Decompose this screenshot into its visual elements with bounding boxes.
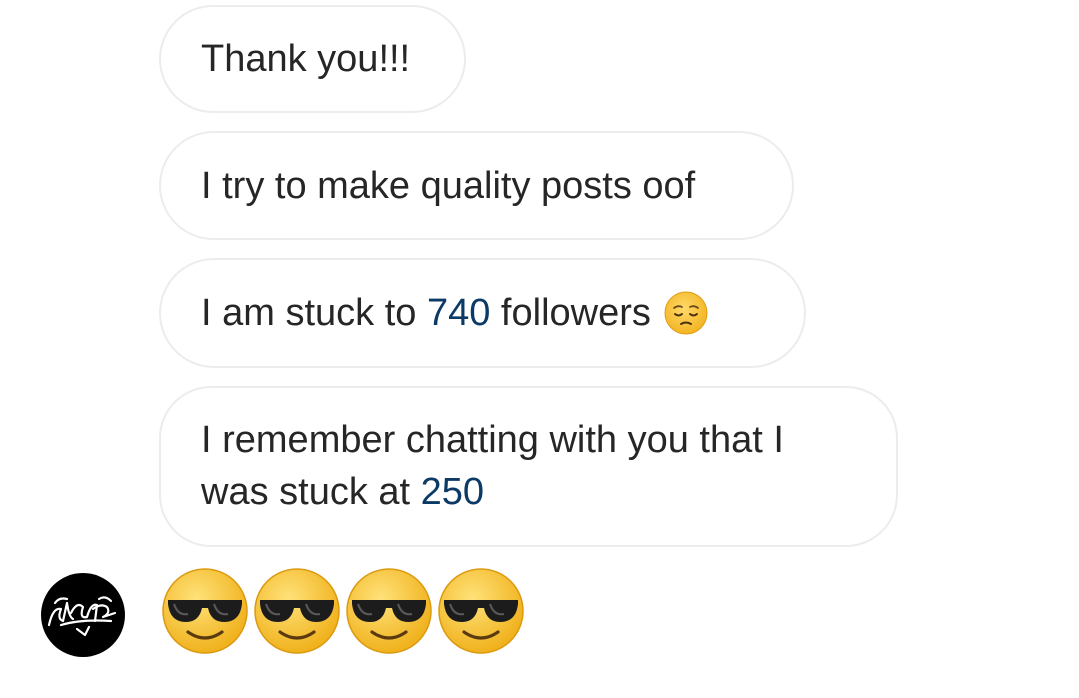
message-text-suffix: followers <box>490 292 651 334</box>
reaction-emoji-row[interactable] <box>160 566 526 656</box>
message-text-prefix: I remember chatting with you that I was … <box>201 419 784 513</box>
message-text-prefix: I am stuck to <box>201 292 427 334</box>
pensive-face-icon <box>664 291 708 335</box>
message-bubble-followers[interactable]: I am stuck to 740 followers <box>159 258 806 368</box>
follower-count-number[interactable]: 740 <box>427 292 490 334</box>
message-text: I try to make quality posts oof <box>201 164 696 207</box>
smiling-face-with-sunglasses-icon <box>254 568 340 654</box>
message-bubble-thank-you[interactable]: Thank you!!! <box>159 5 466 113</box>
smiling-face-with-sunglasses-icon <box>346 568 432 654</box>
avatar[interactable] <box>41 573 125 657</box>
message-bubble-remember[interactable]: I remember chatting with you that I was … <box>159 386 898 547</box>
follower-count-number[interactable]: 250 <box>421 471 484 513</box>
smiling-face-with-sunglasses-icon <box>438 568 524 654</box>
message-bubble-quality-posts[interactable]: I try to make quality posts oof <box>159 131 794 240</box>
message-text: Thank you!!! <box>201 38 411 80</box>
message-text: I am stuck to 740 followers <box>201 287 651 339</box>
message-text: I remember chatting with you that I was … <box>201 414 856 518</box>
message-thread: Thank you!!! I try to make quality posts… <box>0 0 1079 698</box>
graffiti-logo-icon <box>47 596 117 637</box>
smiling-face-with-sunglasses-icon <box>162 568 248 654</box>
